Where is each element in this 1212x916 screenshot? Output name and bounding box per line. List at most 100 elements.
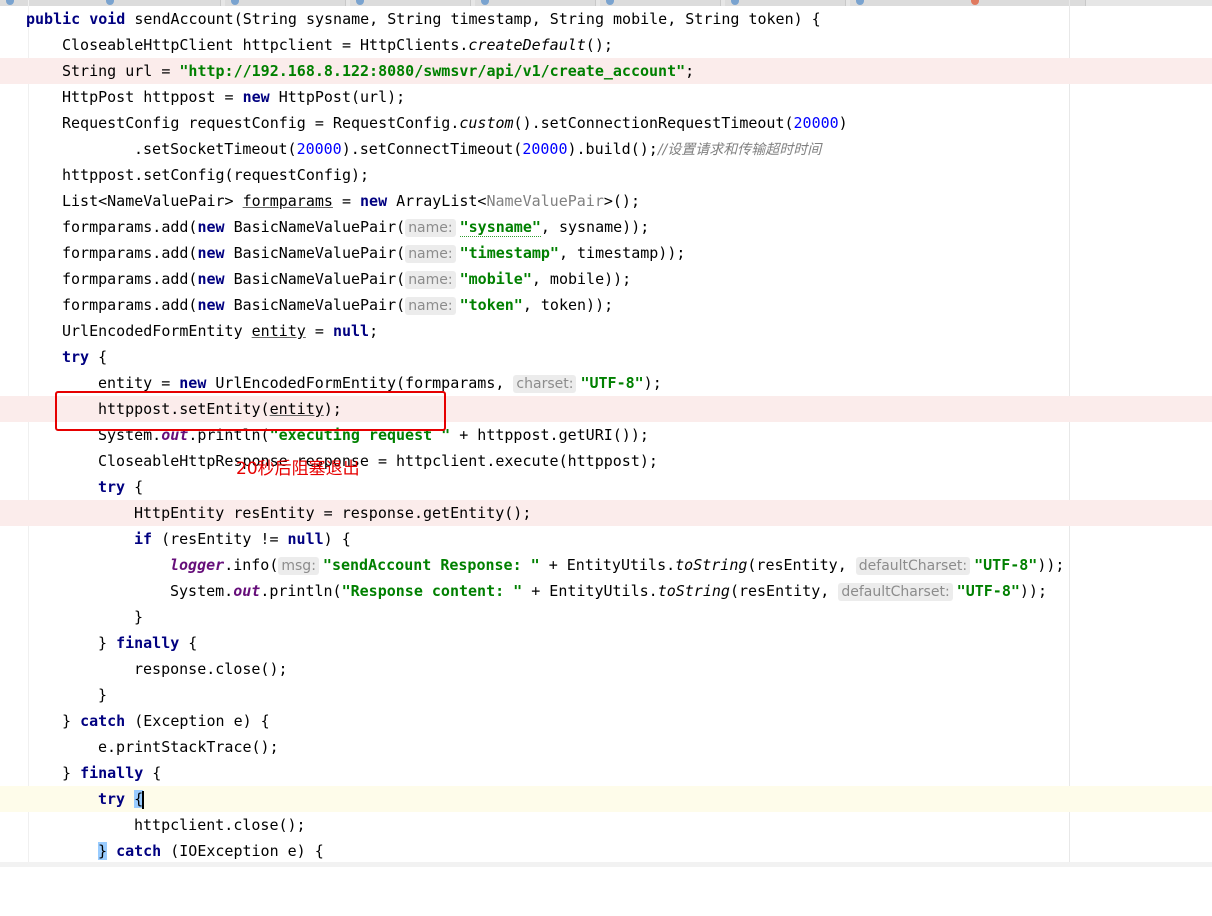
keyword: new — [197, 270, 225, 288]
code-line: CloseableHttpClient httpclient = HttpCli… — [0, 32, 1212, 58]
method-name: custom — [459, 114, 514, 132]
file-icon — [106, 0, 114, 5]
file-icon — [231, 0, 239, 5]
string-literal: "Response content: " — [341, 582, 523, 600]
file-icon — [856, 0, 864, 5]
keyword: new — [179, 374, 207, 392]
code-text: HttpEntity resEntity = response.getEntit… — [134, 504, 532, 522]
code-line: } catch (Exception e) { — [0, 708, 1212, 734]
code-text: } — [134, 608, 144, 626]
code-text: { — [125, 478, 144, 496]
code-text: )); — [1019, 582, 1047, 600]
code-line-highlighted: String url = "http://192.168.8.122:8080/… — [0, 58, 1212, 84]
file-icon — [356, 0, 364, 5]
code-text: + httppost.getURI()); — [450, 426, 649, 444]
code-text: , token)); — [522, 296, 614, 314]
keyword: new — [197, 244, 225, 262]
code-text: CloseableHttpResponse response = httpcli… — [98, 452, 658, 470]
code-text: .setSocketTimeout( — [134, 140, 297, 158]
code-text: = — [332, 192, 361, 210]
method-name: toString — [657, 582, 730, 600]
code-text: (resEntity != — [152, 530, 288, 548]
code-line: httppost.setConfig(requestConfig); — [0, 162, 1212, 188]
variable: entity — [251, 322, 306, 340]
code-line-highlighted: HttpEntity resEntity = response.getEntit… — [0, 500, 1212, 526]
code-text: } — [98, 634, 117, 652]
parameter-hint: defaultCharset: — [855, 557, 971, 575]
method-name: toString — [675, 556, 748, 574]
code-text: (IOException e) { — [161, 842, 324, 860]
code-line: } finally { — [0, 760, 1212, 786]
keyword: finally — [116, 634, 180, 652]
code-text: e.printStackTrace(); — [98, 738, 279, 756]
parameter-hint: charset: — [513, 375, 577, 393]
matched-brace: } — [98, 842, 108, 860]
code-text: ) { — [323, 530, 351, 548]
parameter-hint: name: — [405, 245, 456, 263]
code-text: } — [62, 712, 81, 730]
horizontal-scrollbar[interactable] — [0, 862, 1212, 867]
code-line: e.printStackTrace(); — [0, 734, 1212, 760]
code-line: formparams.add(new BasicNameValuePair(na… — [0, 266, 1212, 292]
code-text: ArrayList< — [387, 192, 487, 210]
file-icon — [731, 0, 739, 5]
code-text: BasicNameValuePair( — [224, 244, 406, 262]
code-line: }} catch (IOException e) { — [0, 838, 1212, 864]
code-text: RequestConfig requestConfig = RequestCon… — [62, 114, 460, 132]
keyword: new — [242, 88, 270, 106]
code-text: String url = — [62, 62, 180, 80]
code-line: } — [0, 604, 1212, 630]
keyword: catch — [116, 842, 162, 860]
parameter-hint: name: — [405, 219, 456, 237]
code-text: , sysname)); — [540, 218, 650, 236]
code-line: formparams.add(new BasicNameValuePair(na… — [0, 240, 1212, 266]
keyword: catch — [80, 712, 126, 730]
code-text: , mobile)); — [531, 270, 632, 288]
parameter-hint: name: — [405, 297, 456, 315]
code-line: formparams.add(new BasicNameValuePair(na… — [0, 214, 1212, 240]
code-text: entity = — [98, 374, 180, 392]
keyword: new — [197, 218, 225, 236]
code-text: = — [305, 322, 333, 340]
code-text: + EntityUtils. — [539, 556, 676, 574]
code-text: BasicNameValuePair( — [224, 270, 406, 288]
file-icon — [481, 0, 489, 5]
code-text: )); — [1037, 556, 1065, 574]
code-line: } finally { — [0, 630, 1212, 656]
code-text: HttpPost(url); — [269, 88, 406, 106]
code-line: UrlEncodedFormEntity entity = null; — [0, 318, 1212, 344]
generic-type: NameValuePair — [486, 192, 604, 210]
code-text: List<NameValuePair> — [62, 192, 243, 210]
keyword: null — [332, 322, 370, 340]
string-literal: "mobile" — [459, 270, 532, 288]
code-text: formparams.add( — [62, 296, 198, 314]
code-line: response.close(); — [0, 656, 1212, 682]
string-literal: "UTF-8" — [580, 374, 644, 392]
code-line: try { — [0, 344, 1212, 370]
code-line: List<NameValuePair> formparams = new Arr… — [0, 188, 1212, 214]
code-text: >(); — [603, 192, 640, 210]
code-text: { — [89, 348, 108, 366]
keyword: try — [62, 348, 90, 366]
code-line: .setSocketTimeout(20000).setConnectTimeo… — [0, 136, 1212, 162]
keyword: new — [197, 296, 225, 314]
file-icon — [971, 0, 979, 5]
code-text: .println( — [260, 582, 342, 600]
code-text: ; — [369, 322, 379, 340]
static-field: out — [233, 582, 261, 600]
code-line: try { — [0, 474, 1212, 500]
code-text: (Exception e) { — [125, 712, 270, 730]
string-literal: "token" — [459, 296, 523, 314]
code-text: formparams.add( — [62, 270, 198, 288]
static-field: logger — [170, 556, 225, 574]
code-text: ; — [685, 62, 695, 80]
code-text: (resEntity, — [729, 582, 839, 600]
keyword: public — [26, 10, 81, 28]
string-literal: "sendAccount Response: " — [322, 556, 540, 574]
parameter-hint: name: — [405, 271, 456, 289]
code-line: logger.info(msg: "sendAccount Response: "… — [0, 552, 1212, 578]
string-literal: "http://192.168.8.122:8080/swmsvr/api/v1… — [179, 62, 686, 80]
code-text: formparams.add( — [62, 244, 198, 262]
code-text: + EntityUtils. — [522, 582, 658, 600]
